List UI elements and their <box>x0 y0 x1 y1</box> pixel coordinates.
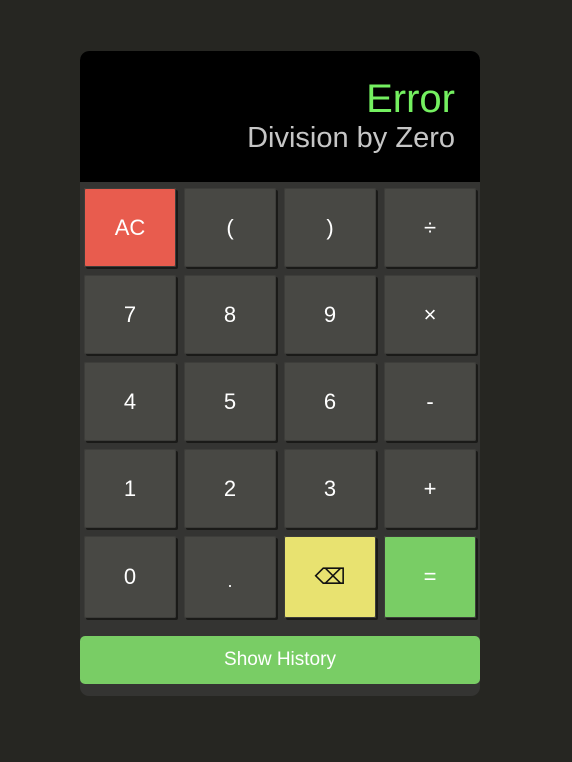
subtract-button[interactable]: - <box>384 362 476 441</box>
equals-icon: = <box>423 564 437 589</box>
divide-button[interactable]: ÷ <box>384 188 476 267</box>
plus-icon: + <box>423 475 437 501</box>
digit-4-label: 4 <box>123 388 137 414</box>
digit-5-button[interactable]: 5 <box>184 362 276 441</box>
digit-7-label: 7 <box>123 301 137 327</box>
minus-icon: - <box>426 388 434 414</box>
digit-0-label: 0 <box>123 564 137 589</box>
digit-2-button[interactable]: 2 <box>184 449 276 528</box>
digit-6-button[interactable]: 6 <box>284 362 376 441</box>
digit-5-label: 5 <box>223 388 237 414</box>
display-expression: Division by Zero <box>247 122 455 154</box>
clear-button-label: AC <box>114 214 146 240</box>
backspace-button[interactable]: ⌫ <box>284 536 376 618</box>
close-paren-button[interactable]: ) <box>284 188 376 267</box>
equals-button[interactable]: = <box>384 536 476 618</box>
digit-9-button[interactable]: 9 <box>284 275 376 354</box>
digit-4-button[interactable]: 4 <box>84 362 176 441</box>
display-result: Error <box>366 77 455 121</box>
digit-3-label: 3 <box>323 475 337 501</box>
open-paren-label: ( <box>226 214 234 240</box>
show-history-button[interactable]: Show History <box>80 636 480 684</box>
digit-0-button[interactable]: 0 <box>84 536 176 618</box>
backspace-icon: ⌫ <box>314 564 346 589</box>
calculator-display: Error Division by Zero <box>80 51 480 182</box>
multiply-button[interactable]: × <box>384 275 476 354</box>
decimal-label: . <box>227 571 233 591</box>
add-button[interactable]: + <box>384 449 476 528</box>
decimal-button[interactable]: . <box>184 536 276 618</box>
close-paren-label: ) <box>326 214 334 240</box>
keypad: AC ( ) ÷ 7 8 9 × 4 5 6 - 1 2 3 + 0 . ⌫ = <box>80 182 480 629</box>
digit-8-label: 8 <box>223 301 237 327</box>
digit-6-label: 6 <box>323 388 337 414</box>
divide-icon: ÷ <box>423 214 437 240</box>
digit-9-label: 9 <box>323 301 337 327</box>
clear-button[interactable]: AC <box>84 188 176 267</box>
digit-3-button[interactable]: 3 <box>284 449 376 528</box>
digit-1-button[interactable]: 1 <box>84 449 176 528</box>
calculator-panel: Error Division by Zero AC ( ) ÷ 7 8 9 × … <box>80 51 480 696</box>
digit-7-button[interactable]: 7 <box>84 275 176 354</box>
digit-8-button[interactable]: 8 <box>184 275 276 354</box>
multiply-icon: × <box>423 301 437 327</box>
digit-1-label: 1 <box>123 475 137 501</box>
open-paren-button[interactable]: ( <box>184 188 276 267</box>
digit-2-label: 2 <box>223 475 237 501</box>
show-history-label: Show History <box>224 649 336 670</box>
